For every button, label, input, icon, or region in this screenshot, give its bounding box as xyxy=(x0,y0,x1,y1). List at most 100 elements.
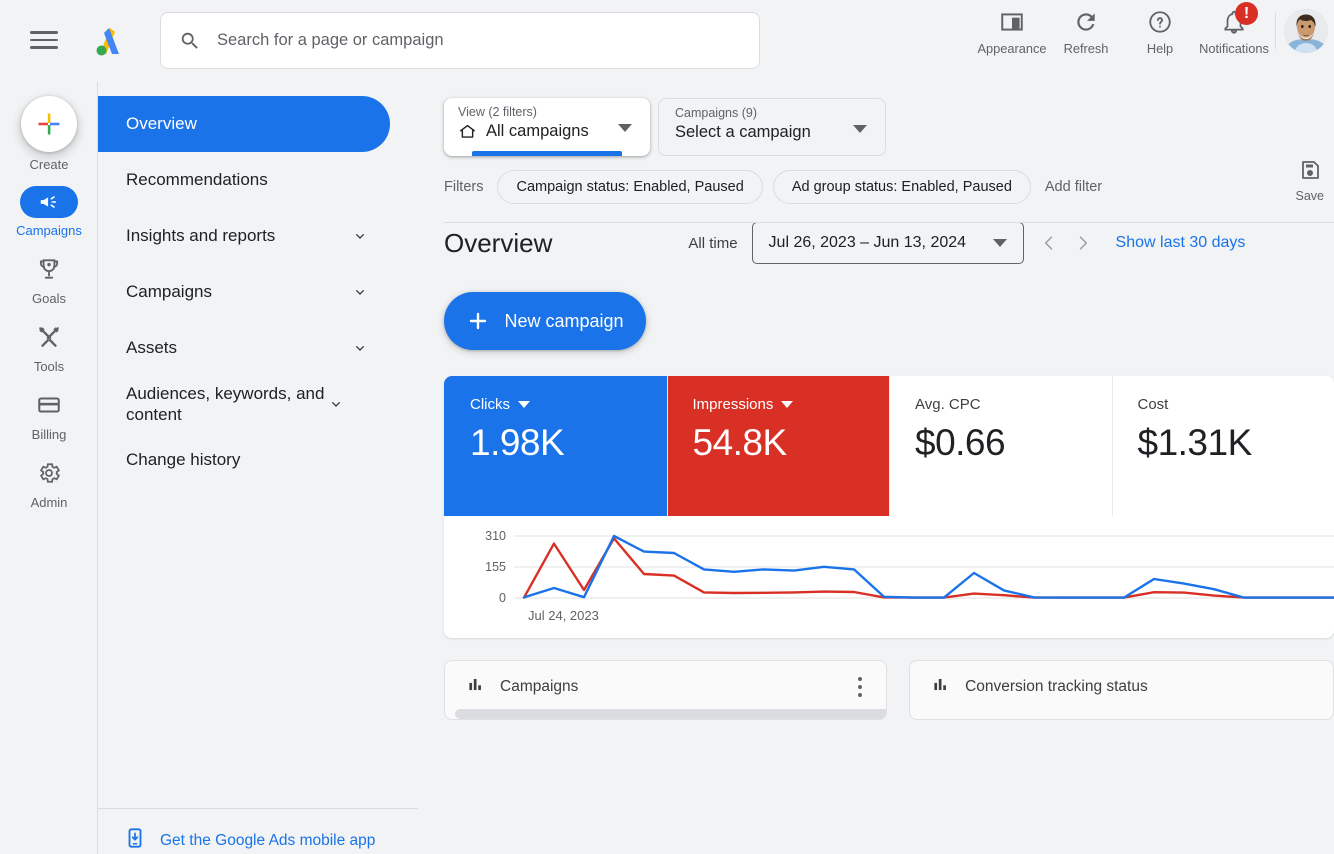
rail-label-tools: Tools xyxy=(33,359,65,374)
appearance-label: Appearance xyxy=(977,41,1047,56)
refresh-button[interactable]: Refresh xyxy=(1049,0,1123,56)
scorecard-impressions-value: 54.8K xyxy=(692,422,788,463)
chevron-down-icon xyxy=(781,401,794,408)
notifications-button[interactable]: ! Notifications xyxy=(1197,0,1271,56)
refresh-label: Refresh xyxy=(1063,41,1109,56)
date-range-selector[interactable]: Jul 26, 2023 – Jun 13, 2024 xyxy=(751,222,1024,264)
bar-chart-icon xyxy=(932,675,951,699)
notification-badge: ! xyxy=(1235,2,1258,25)
svg-text:Jul 24, 2023: Jul 24, 2023 xyxy=(528,608,599,623)
main-content: View (2 filters) All campaigns Campaigns… xyxy=(418,82,1334,854)
campaign-selector[interactable]: Campaigns (9) Select a campaign xyxy=(658,98,886,156)
avatar[interactable] xyxy=(1284,9,1328,53)
sidebar-nav: Overview Recommendations Insights and re… xyxy=(98,82,418,854)
campaigns-card-menu-icon[interactable] xyxy=(858,677,863,701)
help-icon xyxy=(1147,7,1173,37)
help-button[interactable]: Help xyxy=(1123,0,1197,56)
save-button[interactable]: Save xyxy=(1295,158,1325,203)
range-label: All time xyxy=(688,234,738,252)
top-divider xyxy=(1275,13,1276,49)
rail-label-create: Create xyxy=(29,157,69,172)
performance-card: Clicks 1.98K Impressions 54.8K Avg. CPC xyxy=(444,376,1334,638)
filters-row: Filters Campaign status: Enabled, Paused… xyxy=(418,156,1334,204)
plus-icon xyxy=(470,312,487,330)
chevron-down-icon xyxy=(352,340,368,356)
rail-item-billing[interactable]: Billing xyxy=(5,388,93,442)
appearance-button[interactable]: Appearance xyxy=(975,0,1049,56)
chevron-down-icon xyxy=(328,396,344,412)
bottom-card-row: Campaigns Conversion tracking status xyxy=(444,660,1334,720)
previous-period-button[interactable] xyxy=(1032,226,1066,260)
sidebar-label-campaigns: Campaigns xyxy=(126,282,212,302)
chevron-down-icon xyxy=(853,125,867,133)
help-label: Help xyxy=(1146,41,1174,56)
scorecard-avg-cpc[interactable]: Avg. CPC $0.66 xyxy=(889,376,1112,516)
selector-row: View (2 filters) All campaigns Campaigns… xyxy=(418,82,1334,156)
save-label: Save xyxy=(1295,189,1325,203)
rail-label-goals: Goals xyxy=(32,291,66,306)
credit-card-icon xyxy=(36,388,62,422)
new-campaign-label: New campaign xyxy=(504,310,624,331)
sidebar-label-overview: Overview xyxy=(126,114,197,134)
section-divider xyxy=(444,222,1334,223)
conversion-tracking-status-card[interactable]: Conversion tracking status xyxy=(909,660,1334,720)
campaigns-card-scrollbar[interactable] xyxy=(455,709,887,719)
filters-label: Filters xyxy=(444,179,484,195)
search-bar[interactable] xyxy=(160,12,760,69)
sidebar-item-campaigns[interactable]: Campaigns xyxy=(98,264,418,320)
top-bar: Appearance Refresh Help xyxy=(0,0,1334,82)
sidebar-item-audiences-keywords-and-content[interactable]: Audiences, keywords, and content xyxy=(98,376,360,432)
show-last-30-days-link[interactable]: Show last 30 days xyxy=(1116,234,1246,252)
scorecard-cost[interactable]: Cost $1.31K xyxy=(1111,376,1334,516)
sidebar-footer: Get the Google Ads mobile app xyxy=(98,808,418,854)
campaigns-card[interactable]: Campaigns xyxy=(444,660,888,720)
sidebar-label-insights-and-reports: Insights and reports xyxy=(126,226,276,246)
sidebar-item-overview[interactable]: Overview xyxy=(98,96,390,152)
svg-text:0: 0 xyxy=(499,591,506,605)
sidebar-item-change-history[interactable]: Change history xyxy=(98,432,418,488)
svg-text:310: 310 xyxy=(485,529,506,543)
scorecard-row: Clicks 1.98K Impressions 54.8K Avg. CPC xyxy=(444,376,1334,516)
notifications-label: Notifications xyxy=(1199,41,1269,56)
google-ads-logo-icon[interactable] xyxy=(88,20,130,62)
rail-label-billing: Billing xyxy=(31,427,67,442)
rail-item-tools[interactable]: Tools xyxy=(5,320,93,374)
chevron-down-icon xyxy=(518,401,530,408)
new-campaign-button[interactable]: New campaign xyxy=(444,292,646,350)
mobile-app-link[interactable]: Get the Google Ads mobile app xyxy=(124,827,418,854)
page-title: Overview xyxy=(444,227,553,258)
performance-chart-svg: 0 155 310 Jul 24, 2023 xyxy=(485,529,1334,623)
campaigns-card-title: Campaigns xyxy=(500,678,579,695)
bar-chart-icon xyxy=(467,675,486,699)
scorecard-avg-cpc-label: Avg. CPC xyxy=(915,396,981,413)
rail-item-create[interactable]: Create xyxy=(5,96,93,172)
save-icon xyxy=(1298,158,1322,187)
page-header: Overview All time Jul 26, 2023 – Jun 13,… xyxy=(418,204,1334,264)
search-input[interactable] xyxy=(217,31,741,50)
google-ads-app: Appearance Refresh Help xyxy=(0,0,1334,854)
next-period-button[interactable] xyxy=(1066,226,1100,260)
chevron-down-icon xyxy=(618,124,632,132)
scorecard-clicks[interactable]: Clicks 1.98K xyxy=(444,376,667,516)
home-icon xyxy=(458,122,477,141)
filter-chip-ad-group-status[interactable]: Ad group status: Enabled, Paused xyxy=(772,170,1031,204)
sidebar-item-assets[interactable]: Assets xyxy=(98,320,418,376)
sidebar-item-insights-and-reports[interactable]: Insights and reports xyxy=(98,208,418,264)
filter-chip-campaign-status[interactable]: Campaign status: Enabled, Paused xyxy=(497,170,763,204)
trophy-icon xyxy=(36,252,62,286)
mobile-app-link-label: Get the Google Ads mobile app xyxy=(160,831,376,849)
main-menu-icon[interactable] xyxy=(30,28,58,52)
sidebar-label-assets: Assets xyxy=(126,338,178,358)
scorecard-impressions[interactable]: Impressions 54.8K xyxy=(666,376,889,516)
view-selector[interactable]: View (2 filters) All campaigns xyxy=(444,98,650,156)
view-selector-value: All campaigns xyxy=(486,122,589,140)
sidebar-item-recommendations[interactable]: Recommendations xyxy=(98,152,418,208)
top-actions: Appearance Refresh Help ! Notifications xyxy=(975,0,1334,82)
rail-label-campaigns: Campaigns xyxy=(16,223,82,238)
campaign-selector-top-label: Campaigns (9) xyxy=(675,106,757,120)
rail-item-goals[interactable]: Goals xyxy=(5,252,93,306)
add-filter-button[interactable]: Add filter xyxy=(1041,179,1102,195)
rail-item-admin[interactable]: Admin xyxy=(5,456,93,510)
scorecard-clicks-label: Clicks xyxy=(470,396,510,413)
rail-item-campaigns[interactable]: Campaigns xyxy=(5,186,93,238)
